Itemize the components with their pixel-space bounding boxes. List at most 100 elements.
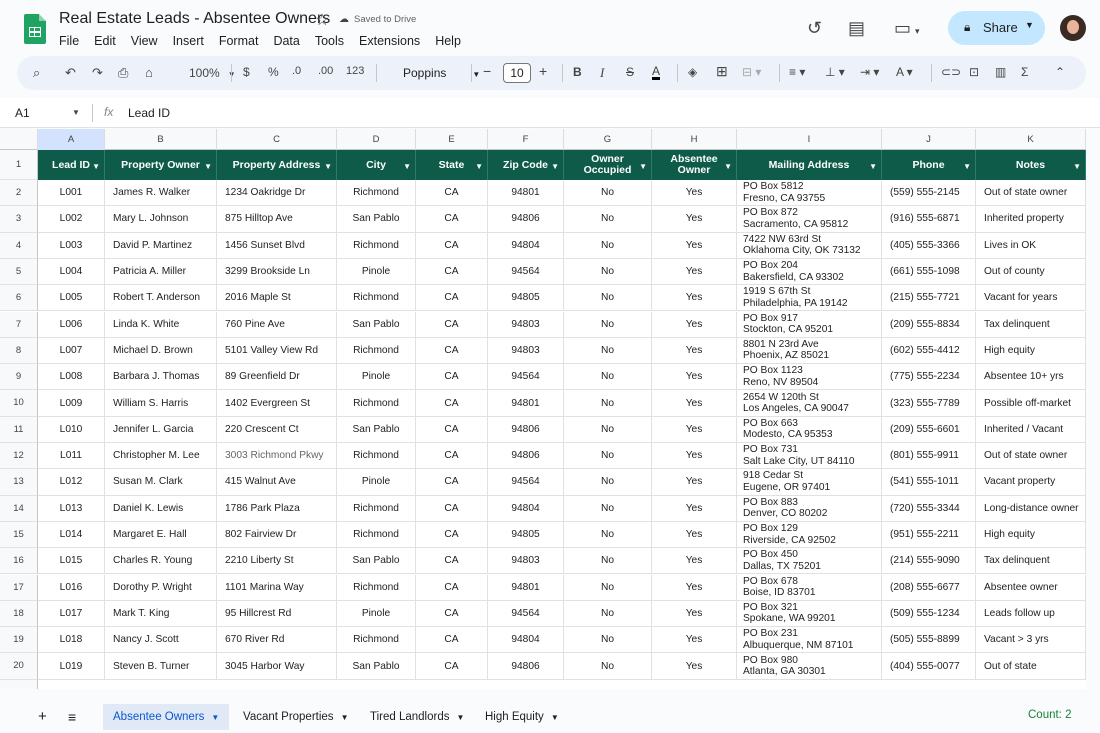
text-color-icon[interactable]: A (652, 65, 661, 80)
table-cell[interactable]: L019 (38, 653, 105, 680)
filter-icon[interactable]: ▼ (324, 161, 332, 172)
mailing-address-cell[interactable]: 8801 N 23rd Ave Phoenix, AZ 85021 (737, 337, 882, 365)
mailing-address-cell[interactable]: PO Box 678 Boise, ID 83701 (737, 574, 882, 601)
column-header-j[interactable]: J (882, 129, 976, 150)
table-cell[interactable]: 94805 (488, 285, 564, 312)
row-header[interactable]: 11 (0, 416, 38, 443)
table-cell[interactable]: No (564, 364, 652, 391)
filter-icon[interactable]: ▼ (551, 161, 559, 172)
row-header[interactable]: 20 (0, 653, 38, 680)
table-cell[interactable]: CA (416, 258, 488, 286)
row-header-1[interactable]: 1 (0, 150, 38, 180)
table-cell[interactable]: (404) 555-0077 (882, 653, 976, 680)
table-cell[interactable]: William S. Harris (105, 390, 217, 417)
column-header-k[interactable]: K (976, 129, 1086, 150)
table-cell[interactable]: 94803 (488, 337, 564, 365)
table-cell[interactable]: 2016 Maple St (217, 285, 337, 312)
row-header[interactable]: 12 (0, 443, 38, 470)
header-cell[interactable]: Property Address ▼ (217, 150, 337, 180)
table-cell[interactable]: 802 Fairview Dr (217, 521, 337, 549)
row-header[interactable]: 3 (0, 206, 38, 233)
table-cell[interactable]: Jennifer L. Garcia (105, 416, 217, 443)
table-cell[interactable]: No (564, 653, 652, 680)
table-cell[interactable]: No (564, 495, 652, 522)
table-cell[interactable]: Daniel K. Lewis (105, 495, 217, 522)
table-cell[interactable]: Pinole (337, 364, 416, 391)
menu-view[interactable]: View (131, 34, 158, 48)
column-header-a[interactable]: A (38, 129, 105, 150)
table-cell[interactable]: Richmond (337, 627, 416, 654)
table-cell[interactable]: Christopher M. Lee (105, 443, 217, 470)
header-cell[interactable]: Notes ▼ (976, 150, 1086, 180)
table-cell[interactable]: 94564 (488, 258, 564, 286)
table-cell[interactable]: L002 (38, 206, 105, 233)
table-cell[interactable]: 94806 (488, 653, 564, 680)
table-cell[interactable]: 5101 Valley View Rd (217, 337, 337, 365)
header-cell[interactable]: Lead ID ▼ (38, 150, 105, 180)
zoom-select[interactable]: 100%▼ (189, 66, 236, 80)
table-cell[interactable]: 1234 Oakridge Dr (217, 180, 337, 207)
avatar[interactable] (1060, 15, 1086, 41)
table-cell[interactable]: San Pablo (337, 311, 416, 338)
table-cell[interactable]: Yes (652, 206, 737, 233)
table-cell[interactable]: Yes (652, 337, 737, 365)
table-cell[interactable]: L015 (38, 548, 105, 575)
table-cell[interactable]: Richmond (337, 180, 416, 207)
table-cell[interactable]: Yes (652, 574, 737, 601)
table-cell[interactable]: (323) 555-7789 (882, 390, 976, 417)
table-cell[interactable]: CA (416, 521, 488, 549)
table-cell[interactable]: Out of county (976, 258, 1086, 286)
column-header-f[interactable]: F (488, 129, 564, 150)
version-history-icon[interactable]: ↺ (807, 18, 822, 39)
table-cell[interactable]: CA (416, 232, 488, 259)
menu-help[interactable]: Help (435, 34, 461, 48)
table-cell[interactable]: No (564, 311, 652, 338)
chevron-down-icon[interactable]: ▼ (456, 713, 464, 722)
text-rotation-icon[interactable]: A ▾ (896, 65, 913, 79)
table-cell[interactable]: (405) 555-3366 (882, 232, 976, 259)
header-cell[interactable]: Zip Code ▼ (488, 150, 564, 180)
table-cell[interactable]: L006 (38, 311, 105, 338)
table-cell[interactable]: 94801 (488, 390, 564, 417)
table-cell[interactable]: CA (416, 495, 488, 522)
mailing-address-cell[interactable]: 918 Cedar St Eugene, OR 97401 (737, 469, 882, 496)
mailing-address-cell[interactable]: PO Box 883 Denver, CO 80202 (737, 495, 882, 522)
table-cell[interactable]: 1786 Park Plaza (217, 495, 337, 522)
table-cell[interactable]: 415 Walnut Ave (217, 469, 337, 496)
mailing-address-cell[interactable]: PO Box 321 Spokane, WA 99201 (737, 600, 882, 628)
table-cell[interactable]: L010 (38, 416, 105, 443)
mailing-address-cell[interactable]: 2654 W 120th St Los Angeles, CA 90047 (737, 390, 882, 417)
table-cell[interactable]: (916) 555-6871 (882, 206, 976, 233)
table-cell[interactable]: Steven B. Turner (105, 653, 217, 680)
table-cell[interactable]: 875 Hilltop Ave (217, 206, 337, 233)
column-header-c[interactable]: C (217, 129, 337, 150)
percent-format-button[interactable]: % (268, 65, 279, 79)
bold-icon[interactable]: B (573, 65, 582, 79)
sheet-tab-vacant-properties[interactable]: Vacant Properties ▼ (243, 704, 348, 730)
table-cell[interactable]: CA (416, 574, 488, 601)
mailing-address-cell[interactable]: PO Box 129 Riverside, CA 92502 (737, 521, 882, 549)
table-cell[interactable]: Out of state owner (976, 180, 1086, 207)
table-cell[interactable]: Mark T. King (105, 600, 217, 628)
vertical-align-icon[interactable]: ⊥ ▾ (825, 65, 845, 79)
table-cell[interactable]: Richmond (337, 443, 416, 470)
mailing-address-cell[interactable]: PO Box 5812 Fresno, CA 93755 (737, 180, 882, 207)
table-cell[interactable]: CA (416, 627, 488, 654)
table-cell[interactable]: Yes (652, 627, 737, 654)
table-cell[interactable]: 94564 (488, 364, 564, 391)
table-cell[interactable]: No (564, 258, 652, 286)
table-cell[interactable]: Richmond (337, 285, 416, 312)
table-cell[interactable]: Pinole (337, 258, 416, 286)
table-cell[interactable]: Pinole (337, 469, 416, 496)
table-cell[interactable]: (214) 555-9090 (882, 548, 976, 575)
table-cell[interactable]: Yes (652, 364, 737, 391)
table-cell[interactable]: Mary L. Johnson (105, 206, 217, 233)
menu-file[interactable]: File (59, 34, 79, 48)
strikethrough-icon[interactable]: S (626, 65, 634, 79)
table-cell[interactable]: No (564, 548, 652, 575)
row-header[interactable]: 16 (0, 548, 38, 575)
table-cell[interactable]: 1456 Sunset Blvd (217, 232, 337, 259)
table-cell[interactable]: (215) 555-7721 (882, 285, 976, 312)
table-cell[interactable]: Yes (652, 416, 737, 443)
table-cell[interactable]: L004 (38, 258, 105, 286)
